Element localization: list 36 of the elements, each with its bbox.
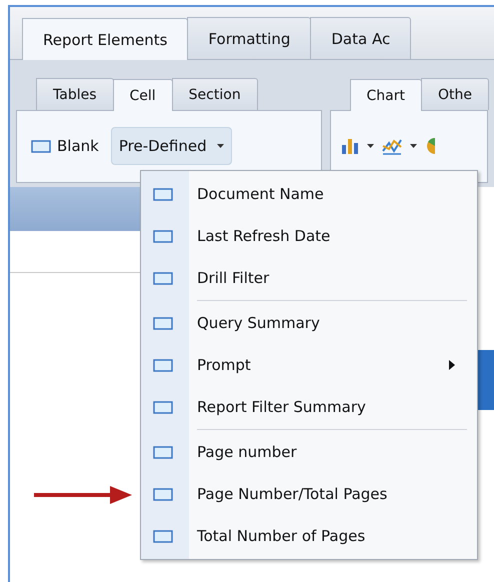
tab[interactable]: Chart xyxy=(350,78,422,110)
cell-icon xyxy=(153,272,173,284)
tab[interactable]: Tables xyxy=(36,78,114,110)
tab[interactable]: Formatting xyxy=(187,17,312,58)
tab[interactable]: Data Ac xyxy=(310,17,412,58)
pie-chart-icon xyxy=(424,137,435,155)
menu-item[interactable]: Page number xyxy=(141,431,477,473)
tab[interactable]: Othe xyxy=(421,78,489,110)
cell-icon xyxy=(153,400,173,414)
blank-button[interactable]: Blank xyxy=(27,130,103,162)
cell-icon xyxy=(153,446,173,458)
menu-item[interactable]: Drill Filter xyxy=(141,257,477,299)
line-chart-icon xyxy=(382,137,402,155)
tab[interactable]: Cell xyxy=(112,78,173,110)
tab[interactable]: Section xyxy=(172,78,258,110)
menu-item[interactable]: Report Filter Summary xyxy=(141,386,477,428)
caret-icon xyxy=(366,144,374,148)
menu-item[interactable]: Last Refresh Date xyxy=(141,215,477,257)
cell-icon xyxy=(153,188,173,200)
caret-icon xyxy=(216,144,224,148)
predefined-dropdown[interactable]: Pre-Defined xyxy=(110,126,232,166)
cell-icon xyxy=(153,316,173,330)
caret-icon xyxy=(410,144,417,148)
menu-item[interactable]: Prompt xyxy=(141,344,477,386)
menu-item[interactable]: Total Number of Pages xyxy=(141,515,477,557)
cell-icon xyxy=(153,488,173,500)
cell-icon xyxy=(31,140,51,152)
menu-item[interactable]: Document Name xyxy=(141,173,477,215)
menu-item[interactable]: Page Number/Total Pages xyxy=(141,473,477,515)
cell-icon xyxy=(153,358,173,372)
highlight-bar xyxy=(478,350,494,410)
menu-item[interactable]: Query Summary xyxy=(141,302,477,344)
bar-chart-icon xyxy=(340,137,359,155)
tab[interactable]: Report Elements xyxy=(22,18,188,60)
cell-icon xyxy=(153,230,173,242)
cell-icon xyxy=(153,530,173,542)
